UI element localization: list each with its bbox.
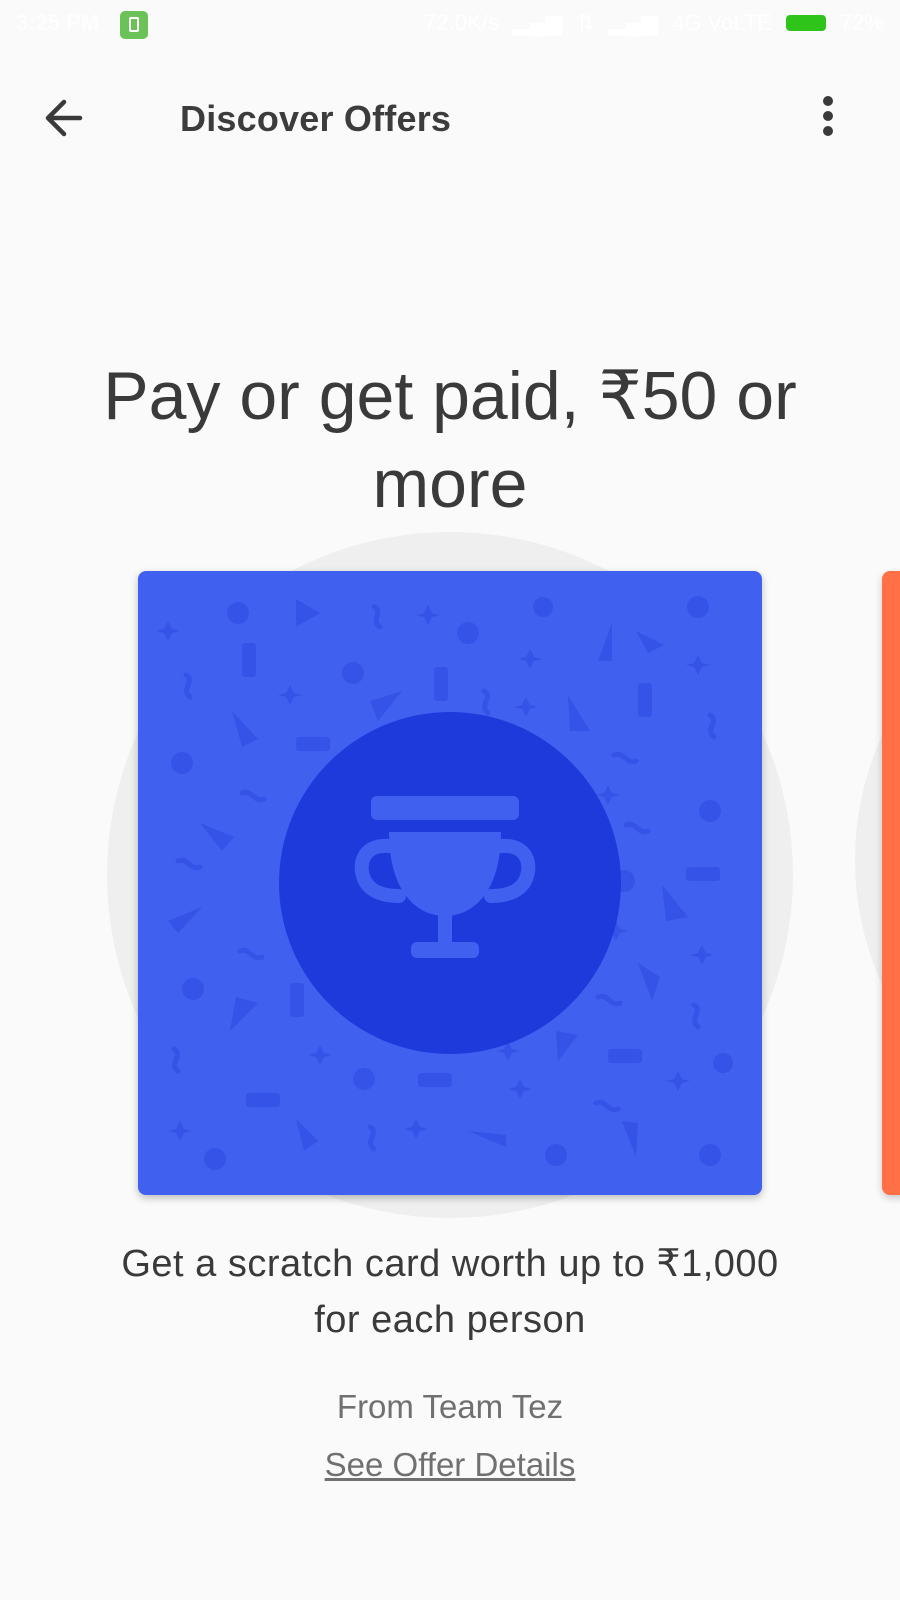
offer-description: Get a scratch card worth up to ₹1,000 fo… bbox=[121, 1243, 779, 1341]
signal-icon-2: ▂▄▆ bbox=[608, 10, 659, 35]
network-type: 4G VoLTE bbox=[672, 10, 772, 35]
arrow-back-icon bbox=[45, 99, 83, 137]
battery-saver-icon bbox=[120, 11, 148, 39]
discover-offers-screen: 3:25 PM 72.0K/s ▂▄▆ ⇅ ▂▄▆ 4G VoLTE 72% D… bbox=[0, 0, 900, 1600]
network-speed: 72.0K/s bbox=[424, 10, 499, 35]
offer-source: From Team Tez bbox=[336, 1388, 564, 1425]
offer-headline: Pay or get paid, ₹50 or more bbox=[103, 358, 797, 522]
status-indicators: 72.0K/s ▂▄▆ ⇅ ▂▄▆ 4G VoLTE 72% bbox=[424, 10, 884, 36]
page-title: Discover Offers bbox=[180, 98, 452, 139]
see-offer-details-link[interactable]: See Offer Details bbox=[200, 1446, 700, 1484]
more-vert-icon bbox=[823, 96, 833, 136]
offer-card[interactable] bbox=[138, 571, 762, 1195]
back-button[interactable] bbox=[36, 94, 100, 146]
status-bar: 3:25 PM 72.0K/s ▂▄▆ ⇅ ▂▄▆ 4G VoLTE 72% bbox=[0, 0, 900, 48]
next-offer-card[interactable] bbox=[882, 571, 900, 1195]
trophy-badge bbox=[279, 712, 621, 1054]
battery-percent: 72% bbox=[839, 10, 884, 35]
battery-icon bbox=[785, 15, 826, 31]
trophy-icon bbox=[354, 796, 536, 958]
status-time: 3:25 PM bbox=[16, 10, 100, 35]
app-bar: Discover Offers bbox=[0, 48, 900, 192]
more-options-button[interactable] bbox=[820, 96, 870, 146]
signal-icon: ▂▄▆ bbox=[512, 10, 563, 35]
data-arrows-icon: ⇅ bbox=[576, 10, 595, 35]
